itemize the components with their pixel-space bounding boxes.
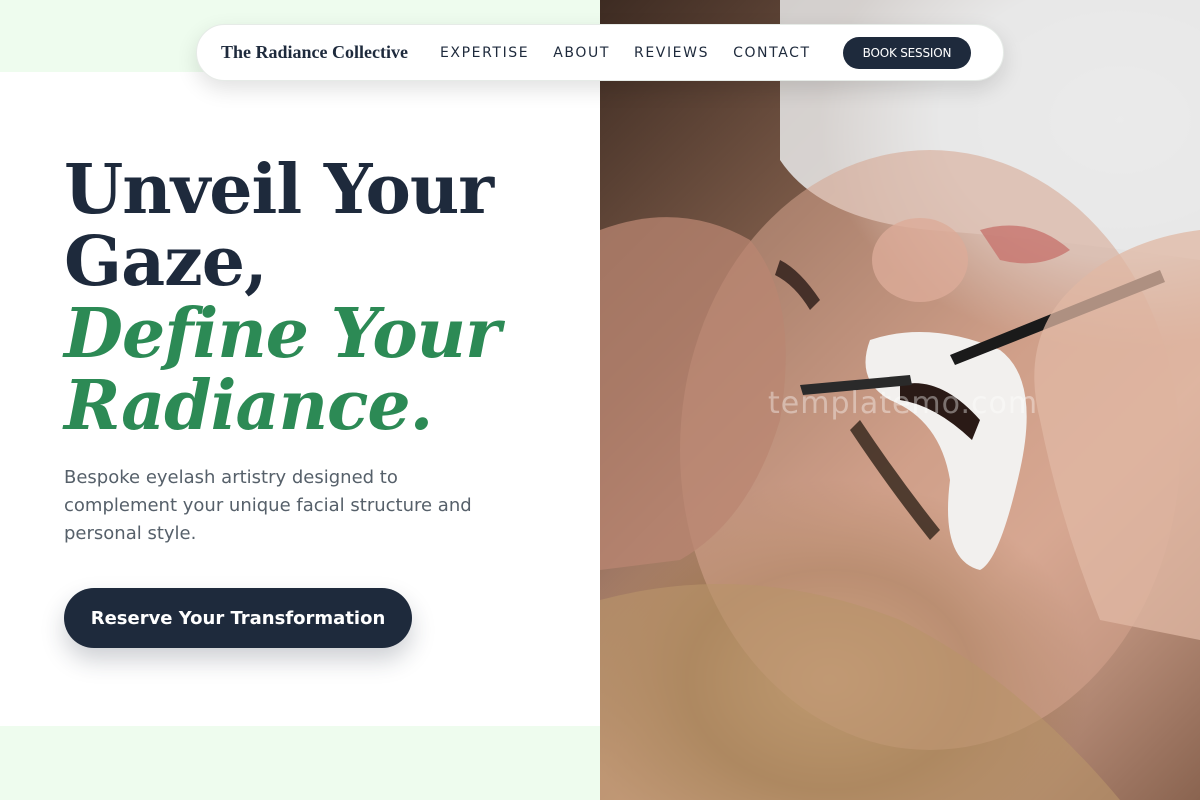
reserve-transformation-button[interactable]: Reserve Your Transformation	[64, 588, 412, 648]
headline-line-1: Unveil Your	[64, 150, 494, 230]
hero-subtitle: Bespoke eyelash artistry designed to com…	[64, 467, 472, 544]
hero-headline: Unveil Your Gaze, Define Your Radiance.	[64, 154, 564, 442]
top-navigation: The Radiance Collective EXPERTISE ABOUT …	[196, 24, 1004, 81]
image-watermark: templatemo.com	[768, 386, 1039, 421]
nav-link-about[interactable]: ABOUT	[553, 45, 610, 61]
headline-accent-line-1: Define Your	[64, 294, 501, 374]
brand-logo-text[interactable]: The Radiance Collective	[221, 42, 408, 63]
nav-link-expertise[interactable]: EXPERTISE	[440, 45, 529, 61]
headline-line-2: Gaze,	[64, 222, 268, 302]
nav-link-reviews[interactable]: REVIEWS	[634, 45, 709, 61]
hero-image-lash-application: templatemo.com	[600, 0, 1200, 800]
book-session-button[interactable]: BOOK SESSION	[842, 36, 972, 69]
headline-accent-line-2: Radiance.	[64, 366, 433, 446]
nav-link-contact[interactable]: CONTACT	[733, 45, 811, 61]
bottom-mint-band	[0, 726, 600, 800]
